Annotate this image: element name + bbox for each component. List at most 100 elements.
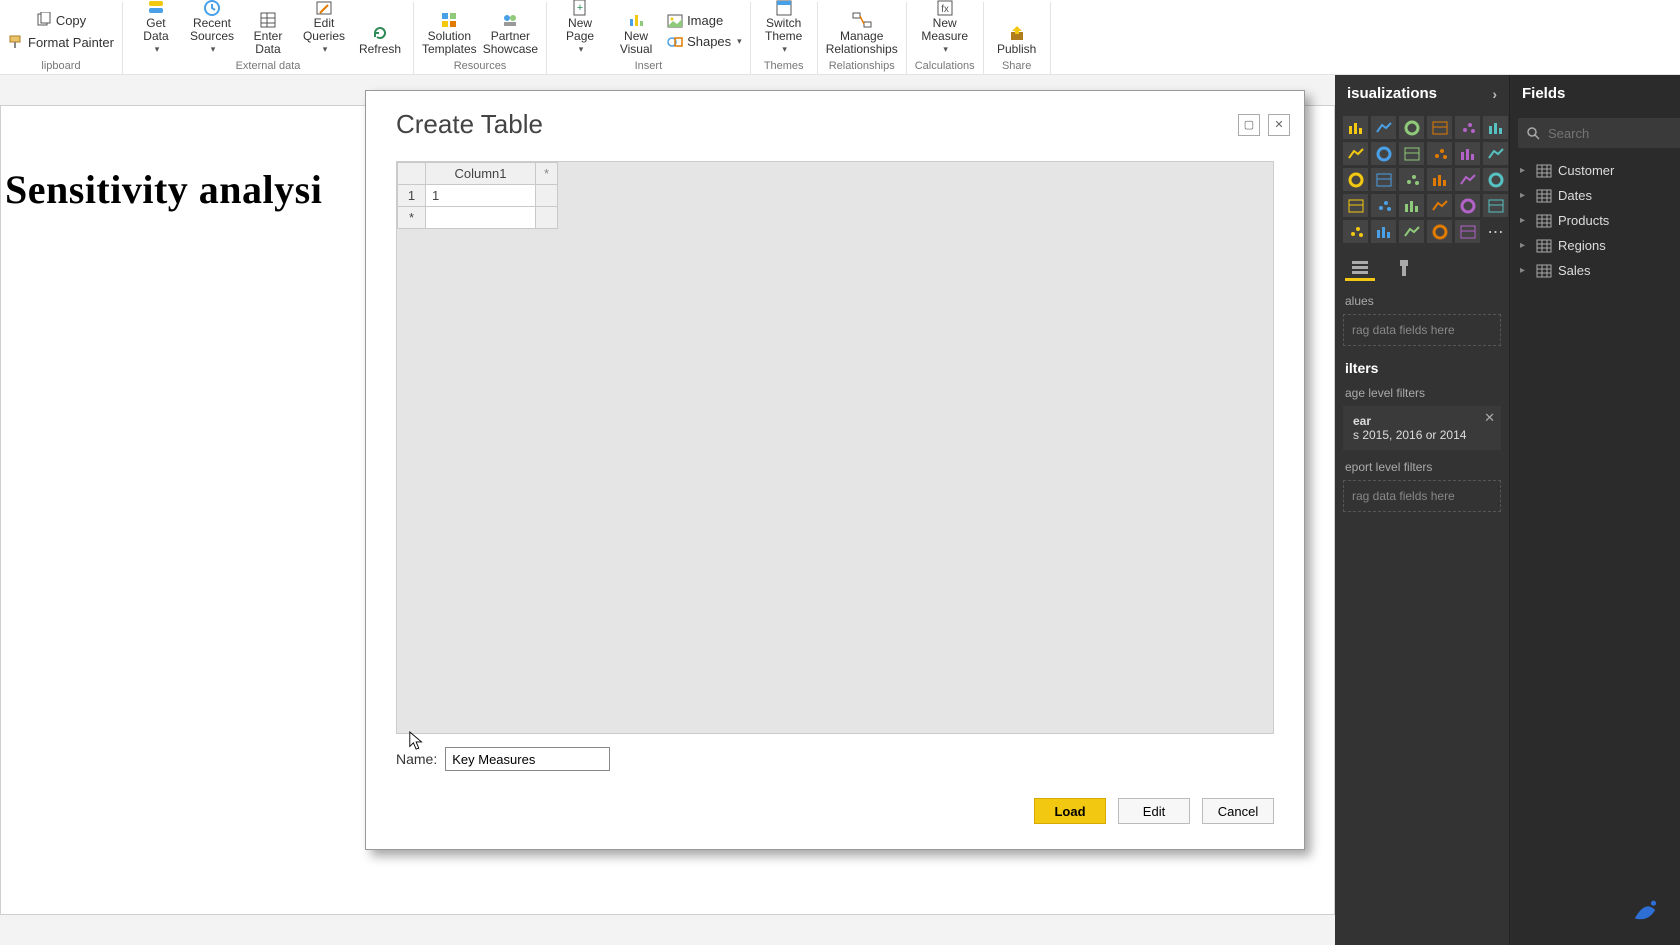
viz-tile-stack[interactable]	[1399, 116, 1424, 139]
manage-relationships-button[interactable]: Manage Relationships	[826, 6, 898, 56]
create-table-dialog: Create Table ▢ ✕ Column1 * 1 1 * N	[365, 90, 1305, 850]
load-button[interactable]: Load	[1034, 798, 1106, 824]
fields-panel: Fields ▸Customer▸Dates▸Products▸Regions▸…	[1510, 75, 1680, 945]
collapse-viz-icon[interactable]: ›	[1492, 86, 1497, 102]
viz-tile-r[interactable]	[1455, 168, 1480, 191]
grid-cell[interactable]: 1	[426, 185, 536, 207]
table-icon	[1536, 164, 1552, 178]
viz-tile-slicer[interactable]	[1343, 194, 1368, 217]
table-icon	[1536, 189, 1552, 203]
chevron-right-icon: ▸	[1520, 190, 1530, 201]
column-header-1[interactable]: Column1	[426, 163, 536, 185]
viz-tile-map[interactable]	[1371, 142, 1396, 165]
new-page-button[interactable]: + New Page	[555, 6, 605, 56]
page-title: Sensitivity analysi	[5, 166, 322, 213]
viz-tile-arcgis[interactable]	[1455, 194, 1480, 217]
field-table-sales[interactable]: ▸Sales	[1510, 258, 1680, 283]
filter-card-year[interactable]: ✕ ear s 2015, 2016 or 2014	[1343, 406, 1501, 450]
viz-tile-treemap[interactable]	[1371, 168, 1396, 191]
copy-label: Copy	[56, 13, 86, 28]
report-filters-drop-area[interactable]: rag data fields here	[1343, 480, 1501, 512]
viz-tile-donut[interactable]	[1343, 142, 1368, 165]
new-measure-button[interactable]: fx New Measure	[920, 6, 970, 56]
fields-search[interactable]	[1518, 118, 1680, 148]
remove-filter-icon[interactable]: ✕	[1484, 410, 1495, 426]
viz-tile-line[interactable]	[1427, 116, 1452, 139]
svg-text:fx: fx	[941, 4, 949, 15]
viz-tile-pie[interactable]	[1483, 116, 1508, 139]
filters-heading: ilters	[1335, 350, 1509, 380]
data-entry-grid[interactable]: Column1 * 1 1 *	[397, 162, 558, 229]
viz-tile-scatter[interactable]	[1343, 168, 1368, 191]
viz-tile-waterfall[interactable]	[1427, 194, 1452, 217]
viz-tile-tile26[interactable]	[1399, 220, 1424, 243]
cursor-icon	[408, 730, 426, 752]
viz-tile-tile27[interactable]	[1427, 220, 1452, 243]
add-row[interactable]: *	[398, 207, 558, 229]
switch-theme-button[interactable]: Switch Theme	[759, 6, 809, 56]
field-table-customer[interactable]: ▸Customer	[1510, 158, 1680, 183]
shapes-button[interactable]: Shapes	[667, 34, 742, 49]
format-tab-icon[interactable]	[1389, 255, 1419, 281]
solution-templates-button[interactable]: Solution Templates	[422, 6, 477, 56]
viz-tile-col[interactable]	[1371, 116, 1396, 139]
edit-button[interactable]: Edit	[1118, 798, 1190, 824]
recent-sources-button[interactable]: Recent Sources	[187, 6, 237, 56]
copy-button[interactable]: Copy	[36, 12, 86, 28]
grid-corner	[398, 163, 426, 185]
clipboard-group-label: lipboard	[41, 60, 80, 74]
viz-tile-tile24[interactable]	[1343, 220, 1368, 243]
viz-tile-area[interactable]	[1455, 116, 1480, 139]
svg-text:+: +	[577, 2, 583, 14]
viz-tile-matrix[interactable]	[1427, 142, 1452, 165]
fields-tab-icon[interactable]	[1345, 255, 1375, 281]
values-drop-area[interactable]: rag data fields here	[1343, 314, 1501, 346]
new-visual-button[interactable]: New Visual	[611, 6, 661, 56]
cancel-button[interactable]: Cancel	[1202, 798, 1274, 824]
format-painter-button[interactable]: Format Painter	[8, 34, 114, 50]
viz-tile-bar[interactable]	[1343, 116, 1368, 139]
refresh-button[interactable]: Refresh	[355, 6, 405, 56]
viz-tile-gauge[interactable]	[1427, 168, 1452, 191]
publish-button[interactable]: Publish	[992, 6, 1042, 56]
viz-tile-py[interactable]	[1483, 168, 1508, 191]
edit-queries-button[interactable]: Edit Queries	[299, 6, 349, 56]
field-table-products[interactable]: ▸Products	[1510, 208, 1680, 233]
viz-tile-kpi[interactable]	[1483, 142, 1508, 165]
values-label: alues	[1335, 288, 1509, 310]
viz-tile-card[interactable]	[1455, 142, 1480, 165]
viz-tile-tile28[interactable]	[1455, 220, 1480, 243]
chevron-right-icon: ▸	[1520, 215, 1530, 226]
get-data-button[interactable]: Get Data	[131, 6, 181, 56]
viz-tile-funnel[interactable]	[1399, 168, 1424, 191]
search-input[interactable]	[1548, 126, 1680, 141]
viz-tile-ribbon[interactable]	[1399, 194, 1424, 217]
fields-title: Fields	[1522, 85, 1565, 102]
corner-logo-icon	[1628, 893, 1662, 927]
table-icon	[1536, 264, 1552, 278]
close-icon[interactable]: ✕	[1268, 114, 1290, 136]
partner-showcase-button[interactable]: Partner Showcase	[483, 6, 538, 56]
image-button[interactable]: Image	[667, 13, 742, 28]
viz-tile-globe[interactable]	[1483, 194, 1508, 217]
name-label: Name:	[396, 751, 437, 767]
viz-tile-table[interactable]	[1399, 142, 1424, 165]
table-name-input[interactable]	[445, 747, 610, 771]
field-table-dates[interactable]: ▸Dates	[1510, 183, 1680, 208]
dialog-title: Create Table	[396, 109, 543, 140]
table-icon	[1536, 239, 1552, 253]
viz-tile-combo[interactable]	[1371, 194, 1396, 217]
viz-tile-tile29[interactable]: ⋯	[1483, 220, 1508, 243]
table-row[interactable]: 1 1	[398, 185, 558, 207]
ribbon: Copy Format Painter lipboard Get Data Re…	[0, 0, 1680, 75]
chevron-right-icon: ▸	[1520, 165, 1530, 176]
viz-tile-tile25[interactable]	[1371, 220, 1396, 243]
chevron-right-icon: ▸	[1520, 265, 1530, 276]
add-column-button[interactable]: *	[536, 163, 558, 185]
maximize-icon[interactable]: ▢	[1238, 114, 1260, 136]
visualization-picker: ⋯	[1335, 112, 1509, 247]
dialog-grid-area[interactable]: Column1 * 1 1 *	[396, 161, 1274, 734]
field-table-regions[interactable]: ▸Regions	[1510, 233, 1680, 258]
fields-table-list: ▸Customer▸Dates▸Products▸Regions▸Sales	[1510, 158, 1680, 283]
enter-data-button[interactable]: Enter Data	[243, 6, 293, 56]
